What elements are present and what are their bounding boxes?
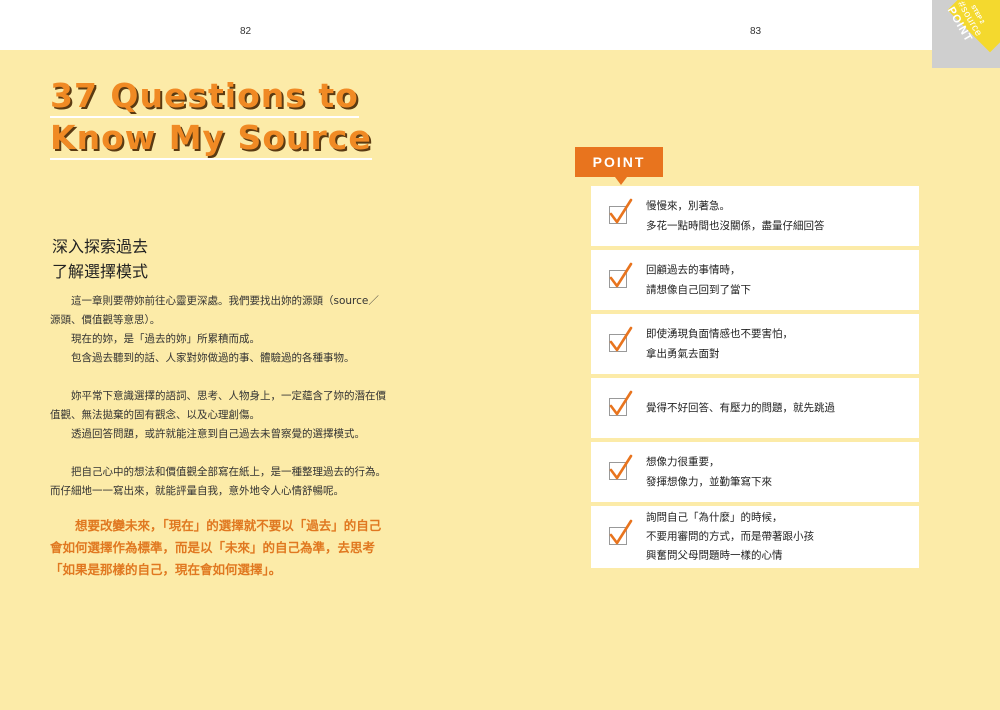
- body-text: 這一章則要帶妳前往心靈更深處。我們要找出妳的源頭（source／源頭、價值觀等意…: [50, 292, 386, 501]
- point-item: 慢慢來，別著急。 多花一點時間也沒關係，盡量仔細回答: [591, 186, 919, 246]
- point-item: 覺得不好回答、有壓力的問題，就先跳過: [591, 378, 919, 438]
- body-paragraph-3: 包含過去聽到的話、人家對妳做過的事、體驗過的各種事物。: [71, 352, 355, 364]
- point-item-text: 詢問自己「為什麼」的時候， 不要用審問的方式，而是帶著跟小孩 興奮問父母問題時一…: [646, 509, 911, 566]
- point-item: 詢問自己「為什麼」的時候， 不要用審問的方式，而是帶著跟小孩 興奮問父母問題時一…: [591, 506, 919, 568]
- chapter-corner-tab: STEP 2 #source POINT: [932, 0, 1000, 68]
- subheading-line-1: 深入探索過去: [52, 237, 149, 256]
- checkbox-checked-icon: [609, 262, 633, 288]
- body-paragraph-4: 妳平常下意識選擇的語詞、思考、人物身上，一定蘊含了妳的潛在價值觀、無法拋棄的固有…: [50, 390, 386, 421]
- body-paragraph-6: 把自己心中的想法和價值觀全部寫在紙上，是一種整理過去的行為。而仔細地一一寫出來，…: [50, 466, 386, 497]
- point-item: 想像力很重要， 發揮想像力，並勤筆寫下來: [591, 442, 919, 502]
- chapter-title-line-2: Know My Source: [50, 118, 372, 160]
- point-item-text: 慢慢來，別著急。 多花一點時間也沒關係，盡量仔細回答: [646, 196, 911, 236]
- point-item-line: 想像力很重要，: [646, 456, 720, 468]
- point-item-line: 詢問自己「為什麼」的時候，: [646, 511, 783, 524]
- point-item-text: 即使湧現負面情感也不要害怕， 拿出勇氣去面對: [646, 324, 911, 364]
- point-item-text: 回顧過去的事情時， 請想像自己回到了當下: [646, 260, 911, 300]
- chapter-title: 37 Questions to Know My Source: [50, 76, 380, 160]
- point-item: 回顧過去的事情時， 請想像自己回到了當下: [591, 250, 919, 310]
- point-item-line: 多花一點時間也沒關係，盡量仔細回答: [646, 220, 825, 232]
- point-section-label: POINT: [575, 147, 663, 185]
- body-paragraph-2: 現在的妳，是「過去的妳」所累積而成。: [71, 333, 260, 345]
- section-subheading: 深入探索過去 了解選擇模式: [52, 234, 148, 284]
- checkbox-checked-icon: [609, 326, 633, 352]
- point-item-line: 請想像自己回到了當下: [646, 284, 751, 296]
- body-paragraph-5: 透過回答問題，或許就能注意到自己過去未曾察覺的選擇模式。: [71, 428, 365, 440]
- point-item-line: 覺得不好回答、有壓力的問題，就先跳過: [646, 402, 835, 414]
- chapter-title-line-1: 37 Questions to: [50, 76, 359, 118]
- checkbox-checked-icon: [609, 519, 633, 545]
- checkbox-checked-icon: [609, 454, 633, 480]
- point-item-line: 慢慢來，別著急。: [646, 200, 730, 212]
- point-item-line: 興奮問父母問題時一樣的心情: [646, 549, 783, 562]
- point-item-line: 拿出勇氣去面對: [646, 348, 720, 360]
- body-paragraph-1: 這一章則要帶妳前往心靈更深處。我們要找出妳的源頭（source／源頭、價值觀等意…: [50, 295, 379, 326]
- checkbox-checked-icon: [609, 198, 633, 224]
- point-item-line: 不要用審問的方式，而是帶著跟小孩: [646, 530, 814, 543]
- subheading-line-2: 了解選擇模式: [52, 262, 149, 281]
- point-item: 即使湧現負面情感也不要害怕， 拿出勇氣去面對: [591, 314, 919, 374]
- highlight-paragraph: 想要改變未來，「現在」的選擇就不要以「過去」的自己會如何選擇作為標準，而是以「未…: [50, 518, 382, 577]
- left-page-number: 82: [240, 26, 252, 37]
- point-item-text: 覺得不好回答、有壓力的問題，就先跳過: [646, 398, 911, 418]
- point-item-line: 發揮想像力，並勤筆寫下來: [646, 476, 772, 488]
- top-margin-bar: 82 83: [0, 0, 1000, 50]
- point-item-line: 回顧過去的事情時，: [646, 264, 741, 276]
- point-item-text: 想像力很重要， 發揮想像力，並勤筆寫下來: [646, 452, 911, 492]
- right-page-number: 83: [750, 26, 762, 37]
- checkbox-checked-icon: [609, 390, 633, 416]
- point-item-line: 即使湧現負面情感也不要害怕，: [646, 328, 793, 340]
